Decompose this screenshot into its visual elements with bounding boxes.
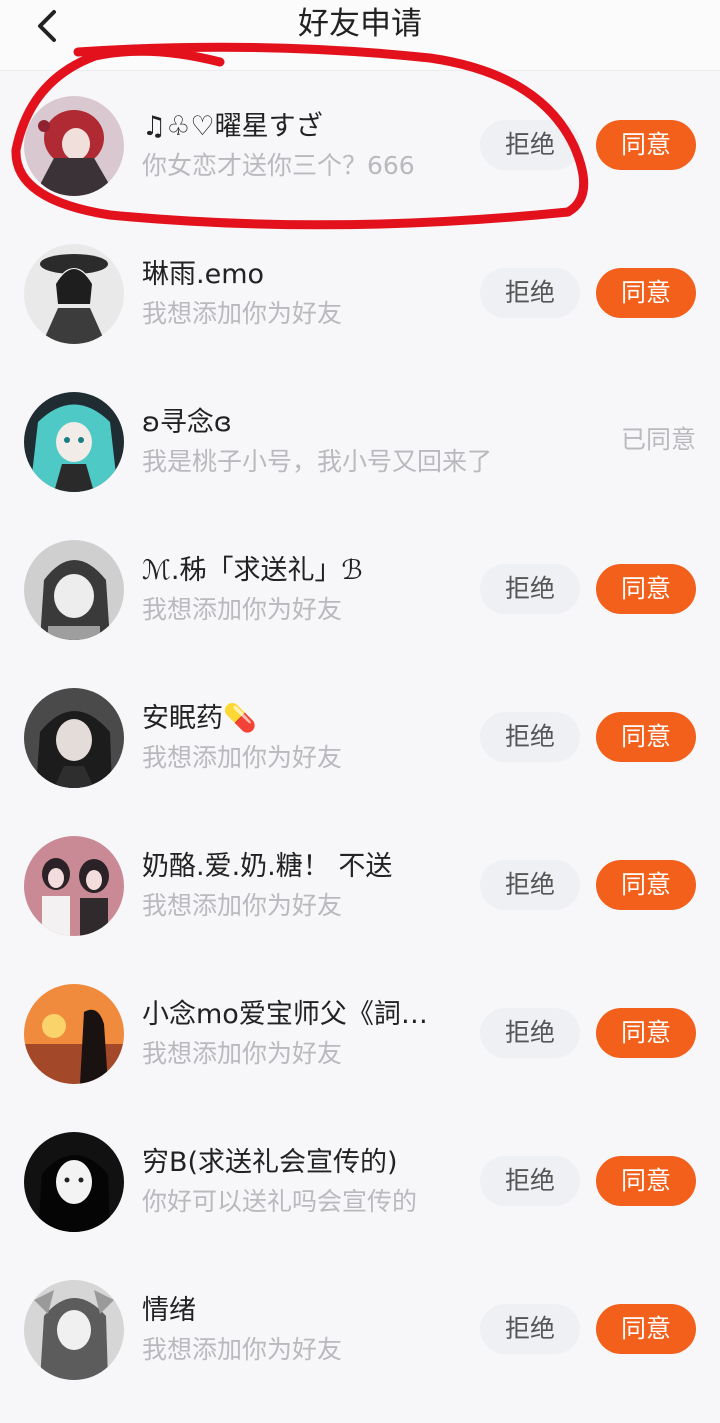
page-title: 好友申请 (298, 6, 422, 42)
avatar[interactable] (24, 984, 124, 1084)
avatar[interactable] (24, 540, 124, 640)
reject-button[interactable]: 拒绝 (480, 712, 580, 762)
agreed-status: 已同意 (620, 425, 696, 454)
request-message: 我是桃子小号，我小号又回来了 (142, 447, 493, 476)
reject-button[interactable]: 拒绝 (480, 564, 580, 614)
agree-button[interactable]: 同意 (596, 268, 696, 318)
friend-name: ℳ.秭「求送礼」ℬ (142, 555, 363, 586)
agree-button[interactable]: 同意 (596, 1008, 696, 1058)
reject-button[interactable]: 拒绝 (480, 268, 580, 318)
list-item[interactable]: ♫♧♡曜星すざ 你女恋才送你三个？666 拒绝 同意 (0, 72, 720, 220)
list-item[interactable]: 安眠药💊 我想添加你为好友 拒绝 同意 (0, 664, 720, 812)
list-item[interactable]: 琳雨.emo 我想添加你为好友 拒绝 同意 (0, 220, 720, 368)
reject-button[interactable]: 拒绝 (480, 120, 580, 170)
request-message: 我想添加你为好友 (142, 743, 343, 772)
avatar[interactable] (24, 1280, 124, 1380)
avatar[interactable] (24, 688, 124, 788)
request-message: 我想添加你为好友 (142, 299, 343, 328)
friend-request-list: ♫♧♡曜星すざ 你女恋才送你三个？666 拒绝 同意 琳雨.emo 我想添加你为… (0, 72, 720, 1404)
list-item[interactable]: 情绪 我想添加你为好友 拒绝 同意 (0, 1256, 720, 1404)
request-message: 我想添加你为好友 (142, 1039, 343, 1068)
friend-name: 安眠药💊 (142, 703, 257, 734)
request-message: 你女恋才送你三个？666 (142, 151, 415, 180)
agree-button[interactable]: 同意 (596, 860, 696, 910)
friend-name: 情绪 (142, 1295, 196, 1326)
friend-name: 小念mo爱宝师父《詞… (142, 999, 428, 1030)
friend-name: 琳雨.emo (142, 259, 265, 290)
top-bar: 好友申请 (0, 0, 720, 71)
reject-button[interactable]: 拒绝 (480, 1156, 580, 1206)
avatar[interactable] (24, 836, 124, 936)
agree-button[interactable]: 同意 (596, 1304, 696, 1354)
agree-button[interactable]: 同意 (596, 564, 696, 614)
request-message: 我想添加你为好友 (142, 1335, 343, 1364)
agree-button[interactable]: 同意 (596, 712, 696, 762)
request-message: 我想添加你为好友 (142, 595, 343, 624)
agree-button[interactable]: 同意 (596, 120, 696, 170)
reject-button[interactable]: 拒绝 (480, 860, 580, 910)
avatar[interactable] (24, 392, 124, 492)
list-item[interactable]: ℳ.秭「求送礼」ℬ 我想添加你为好友 拒绝 同意 (0, 516, 720, 664)
avatar[interactable] (24, 1132, 124, 1232)
friend-name: ♫♧♡曜星すざ (142, 111, 323, 142)
list-item[interactable]: ʚ寻念ɞ 我是桃子小号，我小号又回来了 已同意 (0, 368, 720, 516)
avatar[interactable] (24, 244, 124, 344)
friend-name: 奶酪.爱.奶.糖！ 不送 (142, 851, 393, 882)
avatar[interactable] (24, 96, 124, 196)
reject-button[interactable]: 拒绝 (480, 1304, 580, 1354)
list-item[interactable]: 小念mo爱宝师父《詞… 我想添加你为好友 拒绝 同意 (0, 960, 720, 1108)
request-message: 你好可以送礼吗会宣传的 (142, 1187, 418, 1216)
request-message: 我想添加你为好友 (142, 891, 343, 920)
friend-name: 穷B(求送礼会宣传的) (142, 1147, 398, 1178)
agree-button[interactable]: 同意 (596, 1156, 696, 1206)
list-item[interactable]: 奶酪.爱.奶.糖！ 不送 我想添加你为好友 拒绝 同意 (0, 812, 720, 960)
list-item[interactable]: 穷B(求送礼会宣传的) 你好可以送礼吗会宣传的 拒绝 同意 (0, 1108, 720, 1256)
friend-name: ʚ寻念ɞ (142, 407, 232, 438)
reject-button[interactable]: 拒绝 (480, 1008, 580, 1058)
